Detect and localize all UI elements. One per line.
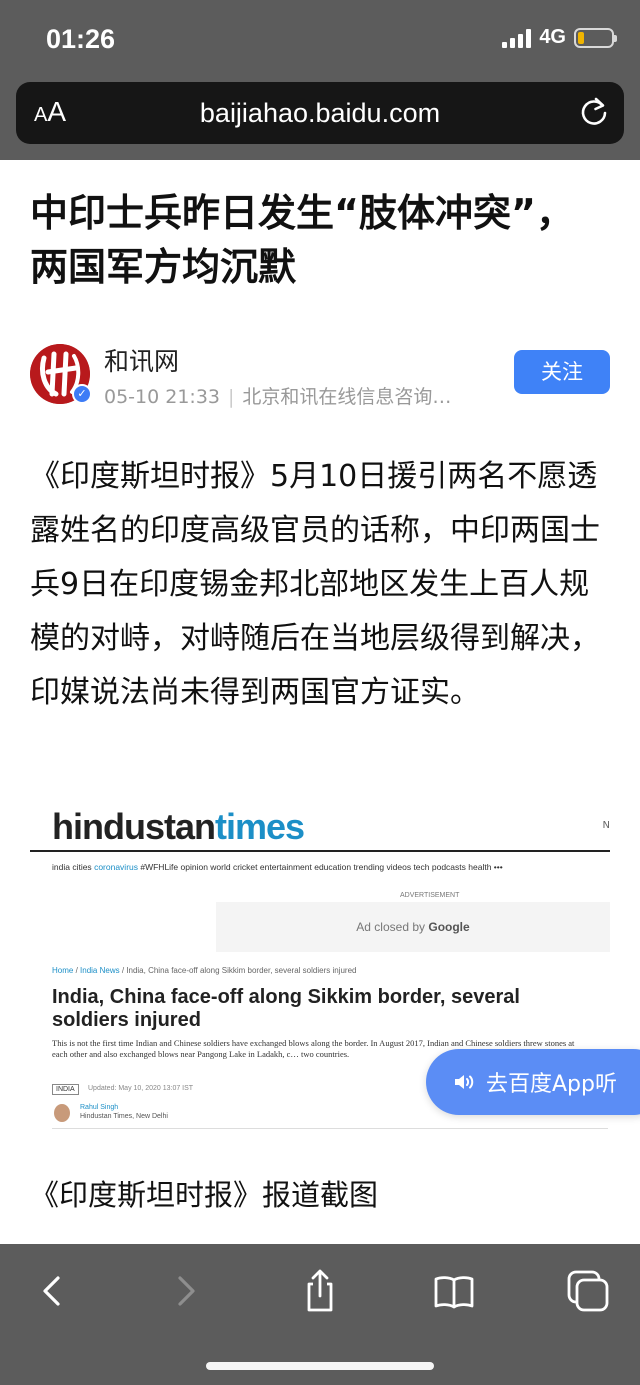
author-meta: 05-10 21:33 | 北京和讯在线信息咨询… (104, 386, 452, 408)
battery-level (578, 31, 585, 44)
ht-advertisement-label: ADVERTISEMENT (400, 892, 460, 899)
ht-breadcrumb: Home / India News / India, China face-of… (52, 966, 357, 975)
author-row: ✓ 和讯网 05-10 21:33 | 北京和讯在线信息咨询… 关注 (30, 338, 610, 410)
text-size-button[interactable]: AA (34, 96, 66, 128)
ht-tag: INDIA (52, 1084, 79, 1095)
author-name[interactable]: 和讯网 (104, 342, 179, 378)
tabs-icon[interactable] (565, 1268, 611, 1314)
browser-toolbar (0, 1244, 640, 1385)
share-icon[interactable] (297, 1268, 343, 1314)
ht-corner-text: N (602, 820, 610, 831)
reload-icon[interactable] (578, 96, 610, 128)
author-source: 北京和讯在线信息咨询… (242, 386, 452, 408)
ht-divider (30, 850, 610, 852)
bookmarks-icon[interactable] (431, 1268, 477, 1314)
ht-writer-avatar (54, 1104, 70, 1122)
publish-time: 05-10 21:33 (104, 386, 221, 408)
ht-writer: Rahul Singh Hindustan Times, New Delhi (80, 1104, 168, 1120)
status-icons: 4G (502, 26, 617, 49)
browser-top-chrome: 01:26 4G AA baijiahao.baidu.com (0, 0, 640, 160)
hindustan-times-logo: hindustantimes (52, 806, 305, 847)
listen-label: 去百度App听 (486, 1072, 617, 1097)
home-indicator[interactable] (206, 1362, 434, 1370)
follow-button[interactable]: 关注 (514, 350, 610, 394)
network-type: 4G (539, 26, 566, 48)
address-bar[interactable]: AA baijiahao.baidu.com (16, 82, 624, 144)
url-text[interactable]: baijiahao.baidu.com (200, 98, 440, 129)
signal-icon (502, 28, 532, 48)
speaker-icon (455, 1075, 474, 1089)
image-caption: 《印度斯坦时报》报道截图 (30, 1178, 379, 1212)
listen-in-app-button[interactable]: 去百度App听 (426, 1049, 640, 1115)
back-icon[interactable] (30, 1268, 76, 1314)
ht-bottom-divider (52, 1128, 608, 1129)
verified-badge-icon: ✓ (72, 384, 92, 404)
article-body: 《印度斯坦时报》5月10日援引两名不愿透露姓名的印度高级官员的话称，中印两国士兵… (30, 459, 600, 710)
forward-icon[interactable] (162, 1268, 208, 1314)
article-headline: 中印士兵昨日发生“肢体冲突”，两国军方均沉默 (30, 191, 574, 289)
ht-article-title: India, China face-off along Sikkim borde… (52, 986, 520, 1031)
status-time: 01:26 (46, 24, 116, 54)
battery-icon (574, 27, 617, 48)
ht-ad-box: Ad closed by Google (216, 902, 610, 952)
ht-updated: Updated: May 10, 2020 13:07 IST (88, 1085, 194, 1092)
ht-nav: india cities coronavirus #WFHLife opinio… (52, 862, 503, 872)
